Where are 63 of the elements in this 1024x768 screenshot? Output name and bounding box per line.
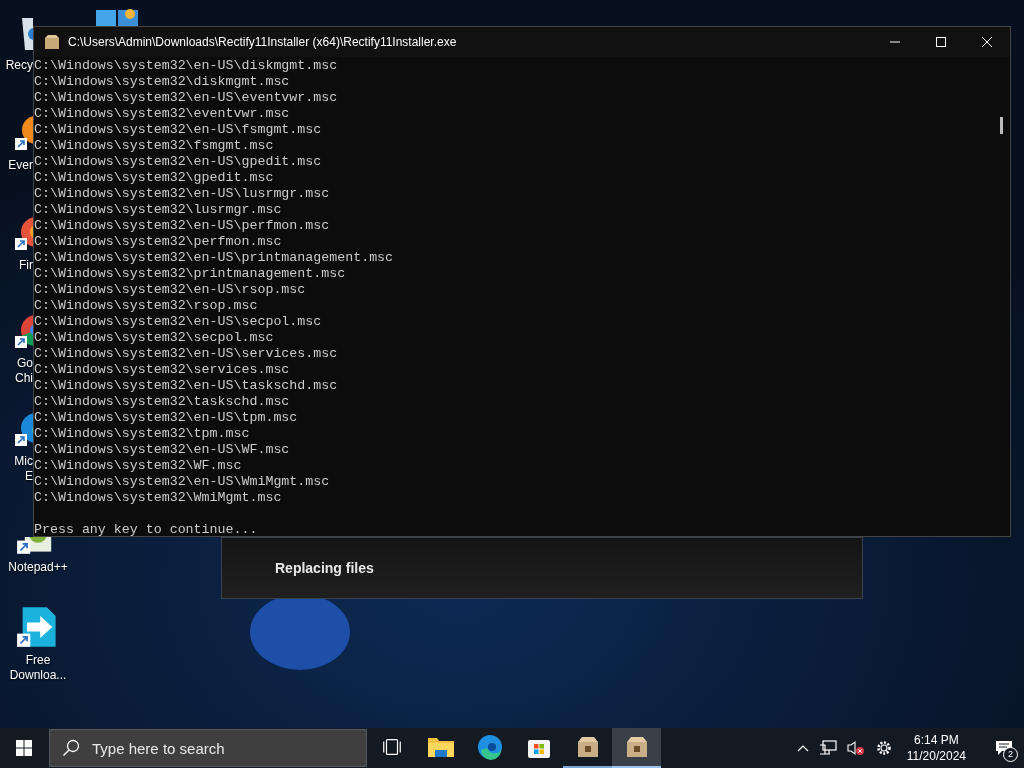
- console-line: C:\Windows\system32\fsmgmt.msc: [34, 138, 275, 154]
- console-line: C:\Windows\system32\en-US\WF.msc: [34, 442, 291, 458]
- window-title: C:\Users\Admin\Downloads\Rectify11Installer (x64)\Rectify11Installer.exe: [68, 35, 458, 49]
- search-input[interactable]: Type here to search: [90, 738, 366, 758]
- console-line: C:\Windows\system32\en-US\tpm.msc: [34, 410, 299, 426]
- volume-icon[interactable]: [846, 740, 865, 756]
- console-line: C:\Windows\system32\en-US\lusrmgr.msc: [34, 186, 331, 202]
- maximize-icon: [935, 36, 947, 48]
- console-line: C:\Windows\system32\en-US\secpol.msc: [34, 314, 323, 330]
- console-line: C:\Windows\system32\services.msc: [34, 362, 291, 378]
- chevron-up-icon[interactable]: [796, 744, 809, 752]
- console-line: C:\Windows\system32\en-US\rsop.msc: [34, 282, 307, 298]
- folder-icon: [426, 735, 455, 759]
- task-view-icon: [380, 736, 403, 758]
- close-icon: [981, 36, 993, 48]
- console-prompt: Press any key to continue...: [34, 522, 259, 538]
- console-line: C:\Windows\system32\printmanagement.msc: [34, 266, 347, 282]
- console-line: C:\Windows\system32\en-US\WmiMgmt.msc: [34, 474, 331, 490]
- clock-date[interactable]: 11/20/2024: [906, 748, 966, 764]
- clock-time[interactable]: 6:14 PM: [914, 732, 959, 748]
- notification-button[interactable]: 2: [984, 728, 1024, 768]
- console-line: C:\Windows\system32\WF.msc: [34, 458, 243, 474]
- console-line: C:\Windows\system32\en-US\eventvwr.msc: [34, 90, 339, 106]
- icon-label: Notepad++: [8, 560, 68, 575]
- console-line: C:\Windows\system32\eventvwr.msc: [34, 106, 291, 122]
- console-line: C:\Windows\system32\WmiMgmt.msc: [34, 490, 283, 506]
- search-bar[interactable]: Type here to search: [49, 729, 367, 767]
- icon-label: Fir: [19, 258, 33, 273]
- console-line: C:\Windows\system32\en-US\fsmgmt.msc: [34, 122, 323, 138]
- browser-icon: [476, 734, 503, 760]
- package-icon: [624, 735, 649, 759]
- console-line: C:\Windows\system32\en-US\taskschd.msc: [34, 378, 339, 394]
- console-line: C:\Windows\system32\rsop.msc: [34, 298, 259, 314]
- icon-label: Chi: [15, 371, 33, 386]
- settings-icon[interactable]: [874, 739, 893, 757]
- console-line: C:\Windows\system32\perfmon.msc: [34, 234, 283, 250]
- console-line: C:\Windows\system32\en-US\printmanagement.msc: [34, 250, 395, 266]
- icon-label: Mic: [14, 454, 33, 469]
- scroll-thumb[interactable]: [1000, 117, 1003, 134]
- icon-label: E: [25, 469, 33, 484]
- icon-label: Ever: [8, 158, 33, 173]
- console-line: C:\Windows\system32\diskmgmt.msc: [34, 74, 291, 90]
- console-line: C:\Windows\system32\en-US\gpedit.msc: [34, 154, 323, 170]
- app-icon[interactable]: [96, 8, 140, 26]
- package-icon: [44, 34, 60, 50]
- icon-label: Go: [17, 356, 33, 371]
- console-line: C:\Windows\system32\taskschd.msc: [34, 394, 291, 410]
- console-line: C:\Windows\system32\en-US\perfmon.msc: [34, 218, 331, 234]
- windows-logo-icon: [16, 740, 32, 756]
- icon-label: Free: [25, 653, 51, 668]
- icon-label: Recy: [5, 58, 33, 73]
- console-line: C:\Windows\system32\lusrmgr.msc: [34, 202, 283, 218]
- package-icon: [575, 735, 600, 759]
- console-line: C:\Windows\system32\en-US\services.msc: [34, 346, 339, 362]
- console-line: C:\Windows\system32\tpm.msc: [34, 426, 251, 442]
- console-line: C:\Windows\system32\en-US\diskmgmt.msc: [34, 58, 339, 74]
- search-icon: [62, 739, 80, 757]
- console-line: C:\Windows\system32\secpol.msc: [34, 330, 275, 346]
- icon-label: Downloa...: [9, 668, 67, 683]
- status-text: Replacing files: [275, 560, 374, 576]
- taskbar-app[interactable]: [612, 728, 661, 768]
- console-line: C:\Windows\system32\gpedit.msc: [34, 170, 275, 186]
- network-icon[interactable]: [818, 740, 837, 756]
